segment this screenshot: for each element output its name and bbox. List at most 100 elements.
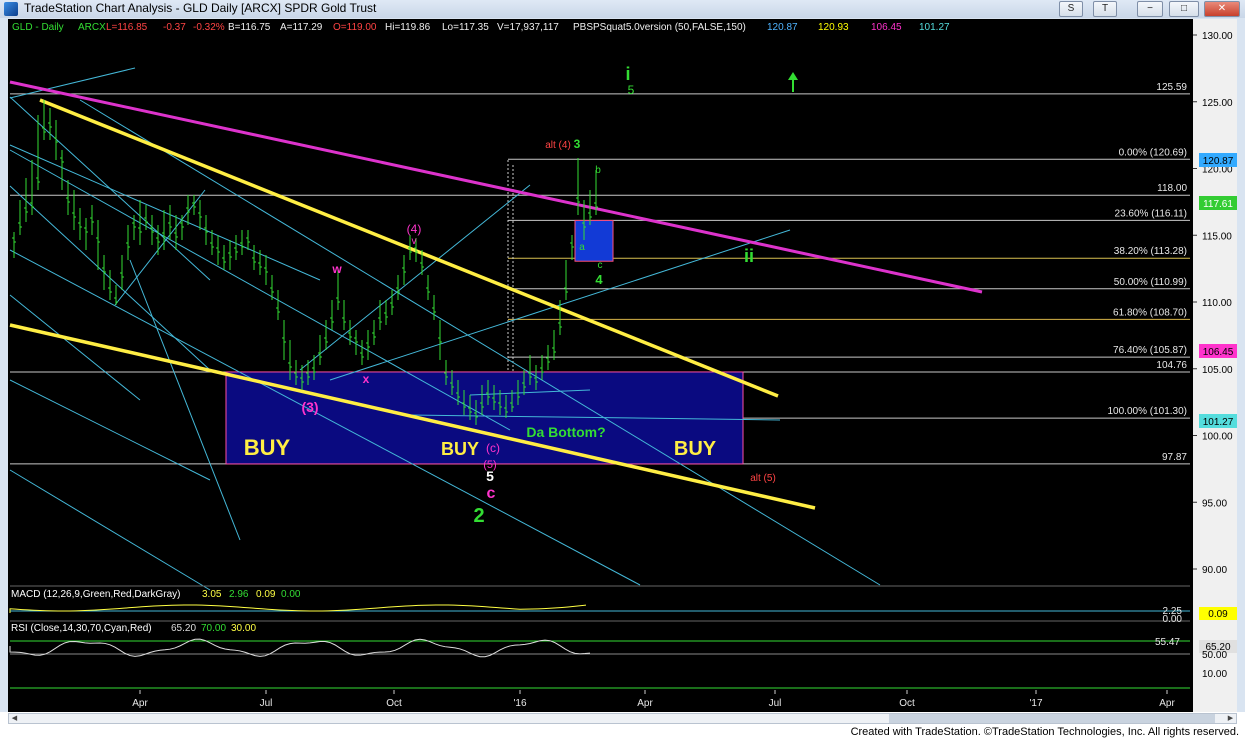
macd-value-3: 0.09 bbox=[256, 589, 276, 600]
channel-line bbox=[9, 469, 211, 591]
wave-label: 4 bbox=[595, 272, 603, 287]
close-button[interactable]: ✕ bbox=[1204, 1, 1240, 17]
rsi-value-1: 65.20 bbox=[171, 623, 197, 634]
y-tick-label: 110.00 bbox=[1202, 298, 1232, 309]
y-tick-label: 95.00 bbox=[1202, 498, 1227, 509]
wave-label: 5 bbox=[628, 83, 635, 97]
price-tag-label: 117.61 bbox=[1203, 199, 1233, 210]
wave-label: BUY bbox=[244, 435, 291, 460]
bid-price: B=116.75 bbox=[228, 22, 271, 33]
time-axis bbox=[8, 689, 1193, 712]
macd-level-label: 0.00 bbox=[1163, 614, 1183, 625]
price-tag-label: 106.45 bbox=[1203, 347, 1234, 358]
y-tick-label: 115.00 bbox=[1202, 231, 1232, 242]
rsi-title: RSI (Close,14,30,70,Cyan,Red) bbox=[11, 623, 152, 634]
macd-title: MACD (12,26,9,Green,Red,DarkGray) bbox=[11, 589, 181, 600]
magenta-trendline bbox=[9, 80, 983, 294]
rsi-value-3: 30.00 bbox=[231, 623, 257, 634]
scroll-right-icon[interactable]: ▶ bbox=[1225, 714, 1236, 723]
fib-level-label: 100.00% (101.30) bbox=[1107, 406, 1187, 417]
macd-tag-label: 0.09 bbox=[1208, 609, 1228, 620]
window-title: TradeStation Chart Analysis - GLD Daily … bbox=[24, 1, 377, 15]
wave-label: ii bbox=[744, 246, 754, 266]
wave-label: (4) bbox=[407, 222, 422, 236]
chart-frame: 130.00 125.00 120.00 115.00 110.00 105.00 100.… bbox=[8, 19, 1237, 712]
x-tick-label: Apr bbox=[132, 698, 148, 709]
wave-label: (3) bbox=[301, 399, 318, 415]
channel-line bbox=[9, 379, 211, 481]
wave-label: w bbox=[331, 262, 342, 276]
wave-label: a bbox=[579, 242, 585, 253]
y-tick-label: 105.00 bbox=[1202, 365, 1233, 376]
up-arrow-head-icon bbox=[788, 72, 798, 80]
wave-label: v bbox=[412, 236, 417, 247]
wave-label: 3 bbox=[574, 137, 581, 151]
y-tick-label: 100.00 bbox=[1202, 432, 1233, 443]
last-price: L=116.85 bbox=[106, 22, 148, 33]
fib-level-label: 104.76 bbox=[1156, 360, 1187, 371]
copyright-credit: Created with TradeStation. ©TradeStation… bbox=[850, 726, 1239, 738]
wave-label: BUY bbox=[441, 439, 479, 459]
ask-price: A=117.29 bbox=[280, 22, 323, 33]
x-tick-label: Apr bbox=[637, 698, 653, 709]
x-tick-label: '17 bbox=[1029, 698, 1042, 709]
study-value-4: 101.27 bbox=[919, 22, 950, 33]
price-tag-label: 101.27 bbox=[1203, 417, 1234, 428]
y-tick-label: 130.00 bbox=[1202, 31, 1233, 42]
wave-label: c bbox=[487, 485, 496, 502]
volume: V=17,937,117 bbox=[497, 22, 559, 33]
wave-label: 2 bbox=[473, 505, 484, 527]
scrollbar-thumb[interactable] bbox=[889, 714, 1215, 723]
fib-level-label: 23.60% (116.11) bbox=[1115, 208, 1187, 219]
channel-line bbox=[129, 259, 241, 541]
wave-label: alt (4) bbox=[545, 140, 571, 151]
minimize-button[interactable]: − bbox=[1137, 1, 1163, 17]
window-title-bar: TradeStation Chart Analysis - GLD Daily … bbox=[0, 0, 1245, 18]
scroll-left-icon[interactable]: ◀ bbox=[9, 714, 20, 723]
macd-value-1: 3.05 bbox=[202, 589, 222, 600]
x-tick-label: Jul bbox=[260, 698, 273, 709]
x-tick-label: Oct bbox=[899, 698, 915, 709]
y-tick-label: 90.00 bbox=[1202, 565, 1227, 576]
wave-label: x bbox=[363, 372, 370, 386]
fib-level-label: 97.87 bbox=[1162, 452, 1187, 463]
maximize-button[interactable]: □ bbox=[1169, 1, 1199, 17]
wave-label: b bbox=[595, 165, 601, 176]
x-tick-label: Jul bbox=[769, 698, 782, 709]
x-tick-label: Apr bbox=[1159, 698, 1175, 709]
symbol-label: GLD - Daily bbox=[12, 22, 64, 33]
study-value-1: 120.87 bbox=[767, 22, 798, 33]
rsi-y-tick-label: 50.00 bbox=[1202, 650, 1227, 661]
net-change: -0.37 bbox=[163, 22, 186, 33]
study-value-2: 120.93 bbox=[818, 22, 849, 33]
wave-label: c bbox=[598, 260, 603, 271]
price-chart[interactable]: 130.00125.00120.00115.00110.00105.00100.… bbox=[8, 19, 1237, 712]
wave-label: alt (5) bbox=[750, 473, 776, 484]
symbol-link-button[interactable]: S bbox=[1059, 1, 1083, 17]
fib-level-label: 0.00% (120.69) bbox=[1119, 147, 1187, 158]
x-tick-label: Oct bbox=[386, 698, 402, 709]
y-tick-label: 125.00 bbox=[1202, 98, 1233, 109]
wave-label: Da Bottom? bbox=[526, 424, 605, 440]
wave-label: (c) bbox=[486, 441, 500, 455]
target-zone-box bbox=[574, 219, 614, 262]
fib-level-label: 38.20% (113.28) bbox=[1114, 246, 1187, 257]
rsi-y-tick-label: 10.00 bbox=[1202, 669, 1227, 680]
wave-label: 5 bbox=[486, 468, 494, 484]
price-tag-label: 120.87 bbox=[1203, 156, 1234, 167]
exchange-label: ARCX bbox=[78, 22, 106, 33]
fib-level-label: 76.40% (105.87) bbox=[1113, 345, 1187, 356]
channel-line bbox=[9, 144, 321, 281]
wave-label: i bbox=[625, 64, 630, 84]
channel-line bbox=[299, 184, 531, 371]
macd-value-2: 2.96 bbox=[229, 589, 249, 600]
toolbar-menu-button[interactable]: T bbox=[1093, 1, 1117, 17]
study-value-3: 106.45 bbox=[871, 22, 902, 33]
rsi-value-2: 70.00 bbox=[201, 623, 227, 634]
horizontal-scrollbar[interactable]: ◀ ▶ bbox=[8, 713, 1237, 724]
rsi-level-label: 55.47 bbox=[1155, 637, 1180, 648]
buy-zone-box bbox=[225, 371, 744, 465]
tradestation-app-icon bbox=[4, 2, 18, 16]
fib-level-label: 118.00 bbox=[1157, 183, 1187, 194]
x-tick-label: '16 bbox=[513, 698, 526, 709]
